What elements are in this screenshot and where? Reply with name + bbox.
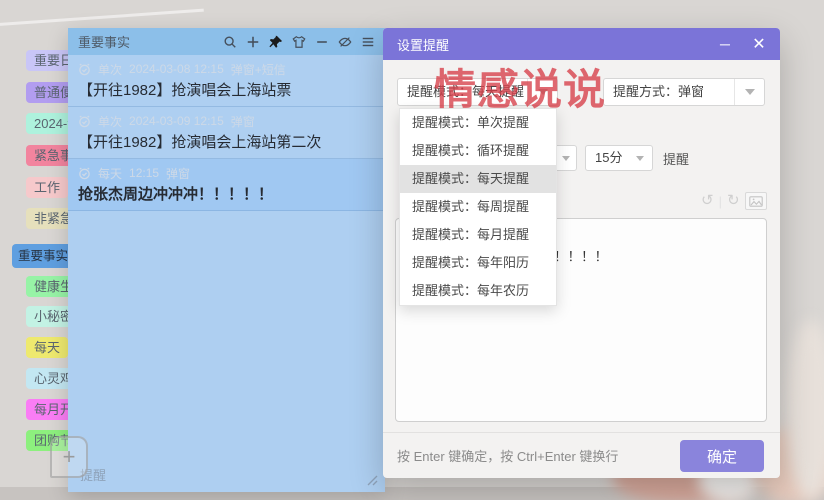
note-meta: 单次 2024-03-09 12:15 弹窗 [78,112,375,130]
note-method: 弹窗+短信 [230,62,286,77]
minute-value: 15分 [595,150,623,165]
chevron-down-icon[interactable] [628,146,652,170]
note-item[interactable]: 单次 2024-03-08 12:15 弹窗+短信 【开往1982】抢演唱会上海… [68,55,385,107]
menu-icon[interactable] [360,34,375,49]
notes-titlebar[interactable]: 重要事实 [68,28,385,55]
confirm-button[interactable]: 确定 [680,440,764,472]
note-item-selected[interactable]: 每天 12:15 弹窗 抢张杰周边冲冲冲！！！！！ [68,159,385,211]
note-meta: 每天 12:15 弹窗 [78,164,375,182]
notes-window: 重要事实 单次 2024-03-08 12:15 弹窗+短信 【开往1982】抢… [68,28,385,492]
dropdown-option[interactable]: 提醒模式：每年阳历 [400,249,556,277]
minimize-icon[interactable] [314,34,329,49]
desktop: 重要日子 普通便签 2024-计划 紧急事件 工作 非紧急 重要事实 健康生活 … [0,0,824,500]
dropdown-option[interactable]: 提醒模式：每周提醒 [400,193,556,221]
remind-suffix-label: 提醒 [663,152,690,167]
close-icon[interactable]: ✕ [750,34,768,54]
note-mode: 单次 [98,114,123,129]
note-mode: 单次 [98,62,123,77]
alarm-check-icon [79,167,90,179]
plus-icon: + [62,444,76,469]
notes-toolbar [222,28,375,55]
note-method: 弹窗 [166,166,191,181]
watermark: 情感说说 [434,66,607,113]
theme-shirt-icon[interactable] [291,34,306,49]
redo-icon[interactable]: ↻ [727,192,740,210]
search-icon[interactable] [222,34,237,49]
minimize-icon[interactable]: ─ [716,36,734,52]
alarm-check-icon [79,115,90,127]
sidebar-tag[interactable]: 每天 [26,337,69,358]
note-time: 2024-03-08 12:15 [129,62,224,76]
image-icon [748,195,763,207]
resize-grip[interactable] [364,472,378,486]
keyboard-hint: 按 Enter 键确定，按 Ctrl+Enter 键换行 [397,449,619,464]
dropdown-option[interactable]: 提醒模式：每年农历 [400,277,556,305]
note-content: 抢张杰周边冲冲冲！！！！！ [78,186,274,203]
note-meta: 单次 2024-03-08 12:15 弹窗+短信 [78,60,375,78]
reminder-method-value: 提醒方式：弹窗 [613,84,705,99]
note-time: 2024-03-09 12:15 [129,114,224,128]
dialog-footer-divider [383,432,780,433]
sidebar-tag[interactable]: 工作 [26,177,69,198]
editor-toolbar: ↺ | ↻ [701,192,767,210]
alarm-check-icon [79,63,90,75]
note-mode: 每天 [98,166,123,181]
minute-select[interactable]: 15分 [585,145,653,171]
sidebar-tag-label: 每天 [34,340,61,355]
dropdown-option-selected[interactable]: 提醒模式：每天提醒 [400,165,556,193]
sidebar-tag-selected[interactable]: 重要事实 [12,244,75,268]
note-item[interactable]: 单次 2024-03-09 12:15 弹窗 【开往1982】抢演唱会上海站第二… [68,107,385,159]
toolbar-divider: | [718,193,722,209]
dialog-title: 设置提醒 [397,37,450,53]
add-icon[interactable] [245,34,260,49]
sidebar-tag-label: 工作 [34,180,61,195]
reminder-method-select[interactable]: 提醒方式：弹窗 [603,78,765,106]
chevron-down-icon[interactable] [734,79,764,105]
note-content: 【开往1982】抢演唱会上海站第二次 [78,134,322,151]
notes-window-title: 重要事实 [78,35,131,50]
hide-content-icon[interactable] [337,34,352,49]
dialog-window-controls: ─ ✕ [716,28,768,60]
chevron-down-icon[interactable] [556,146,576,170]
add-note-bubble[interactable]: + [50,436,88,478]
notes-list: 单次 2024-03-08 12:15 弹窗+短信 【开往1982】抢演唱会上海… [68,55,385,211]
insert-image-button[interactable] [744,192,767,210]
note-method: 弹窗 [230,114,255,129]
pin-icon[interactable] [268,34,283,49]
undo-icon[interactable]: ↺ [701,192,714,210]
sidebar-tag-label: 重要事实 [18,249,69,263]
background-highlight [0,8,204,27]
reminder-mode-dropdown: 提醒模式：单次提醒 提醒模式：循环提醒 提醒模式：每天提醒 提醒模式：每周提醒 … [399,108,557,306]
note-content: 【开往1982】抢演唱会上海站票 [78,82,292,99]
note-time: 12:15 [129,166,160,180]
dropdown-option[interactable]: 提醒模式：每月提醒 [400,221,556,249]
dropdown-option[interactable]: 提醒模式：循环提醒 [400,137,556,165]
